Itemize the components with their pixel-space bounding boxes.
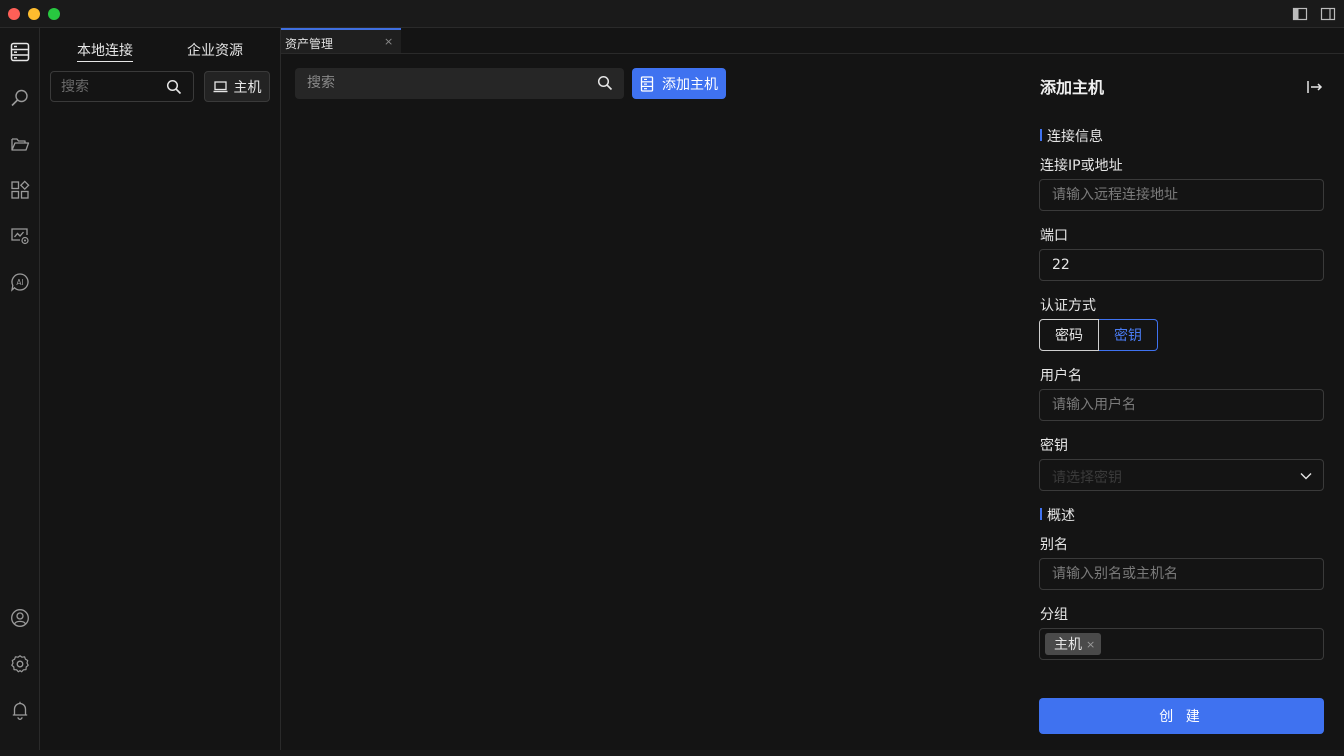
ip-field (1039, 179, 1324, 211)
main-content: 资产管理 × 添加主机 (281, 28, 1344, 750)
auth-key-option[interactable]: 密钥 (1099, 319, 1158, 351)
search-icon[interactable] (597, 75, 613, 91)
collapse-drawer-icon[interactable] (1306, 78, 1324, 96)
chevron-down-icon (1300, 473, 1312, 480)
connection-search-input[interactable] (61, 78, 161, 96)
alias-field (1039, 558, 1324, 590)
alias-label: 别名 (1040, 537, 1068, 553)
connections-panel: 本地连接 企业资源 主机 (40, 28, 281, 750)
create-button[interactable]: 创 建 (1039, 698, 1324, 734)
host-filter-label: 主机 (233, 79, 262, 96)
svg-text:AI: AI (16, 278, 23, 287)
key-select-placeholder: 请选择密钥 (1052, 470, 1122, 486)
tab-asset-management[interactable]: 资产管理 × (281, 28, 401, 53)
auth-method-label: 认证方式 (1040, 298, 1096, 314)
port-input[interactable] (1052, 256, 1312, 274)
add-host-drawer: 添加主机 连接信息 连接IP或地址 端口 认证方式 密码 密钥 用户名 密钥 请… (1024, 54, 1344, 750)
group-tag-input[interactable]: 主机 × (1039, 628, 1324, 660)
group-tag-label: 主机 (1054, 637, 1082, 653)
monitor-icon[interactable] (9, 225, 31, 247)
laptop-icon (213, 80, 227, 92)
ai-assistant-icon[interactable]: AI (9, 271, 31, 293)
group-label: 分组 (1040, 607, 1068, 623)
toggle-right-sidebar-icon[interactable] (1320, 6, 1336, 22)
maximize-window-button[interactable] (48, 8, 60, 20)
account-icon[interactable] (9, 607, 31, 629)
server-icon (640, 75, 654, 92)
search-icon[interactable] (9, 87, 31, 109)
activity-bar: AI (0, 28, 40, 750)
tag-remove-icon[interactable]: × (1086, 638, 1095, 651)
folder-icon[interactable] (9, 133, 31, 155)
minimize-window-button[interactable] (28, 8, 40, 20)
asset-search-box (295, 68, 624, 99)
close-window-button[interactable] (8, 8, 20, 20)
auth-password-option[interactable]: 密码 (1039, 319, 1099, 351)
ip-label: 连接IP或地址 (1040, 158, 1123, 174)
ip-input[interactable] (1052, 186, 1312, 204)
asset-search-input[interactable] (307, 74, 577, 92)
username-label: 用户名 (1040, 368, 1082, 384)
section-overview: 概述 (1040, 505, 1075, 525)
key-label: 密钥 (1040, 438, 1068, 454)
settings-gear-icon[interactable] (9, 653, 31, 675)
apps-icon[interactable] (9, 179, 31, 201)
toggle-left-sidebar-icon[interactable] (1292, 6, 1308, 22)
servers-icon[interactable] (9, 41, 31, 63)
tab-enterprise-resources[interactable]: 企业资源 (187, 40, 243, 60)
tab-label: 资产管理 (285, 37, 334, 51)
alias-input[interactable] (1052, 565, 1312, 583)
tab-close-icon[interactable]: × (384, 35, 393, 48)
add-host-button[interactable]: 添加主机 (632, 68, 726, 99)
port-field (1039, 249, 1324, 281)
notification-bell-icon[interactable] (9, 699, 31, 721)
title-bar (0, 0, 1344, 28)
username-field (1039, 389, 1324, 421)
host-filter-button[interactable]: 主机 (204, 71, 270, 102)
auth-method-segmented: 密码 密钥 (1039, 319, 1158, 351)
section-connection-info: 连接信息 (1040, 126, 1103, 146)
group-tag: 主机 × (1045, 633, 1102, 655)
key-select[interactable]: 请选择密钥 (1039, 459, 1324, 491)
tab-local-connections[interactable]: 本地连接 (77, 40, 133, 62)
drawer-title: 添加主机 (1040, 78, 1105, 97)
username-input[interactable] (1052, 396, 1312, 414)
port-label: 端口 (1040, 228, 1068, 244)
connection-search-box (50, 71, 194, 102)
add-host-label: 添加主机 (662, 76, 718, 93)
search-icon[interactable] (166, 79, 182, 95)
window-bottom-edge (0, 750, 1344, 756)
